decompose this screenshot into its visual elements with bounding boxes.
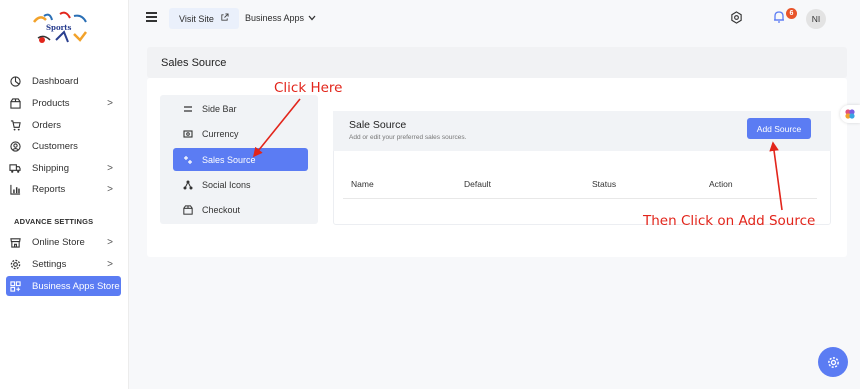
chevron-right-icon: > <box>107 97 113 109</box>
svg-text:Sports: Sports <box>46 23 72 32</box>
visit-site-button[interactable]: Visit Site <box>169 8 239 29</box>
business-apps-dropdown[interactable]: Business Apps <box>245 13 316 23</box>
network-icon <box>183 180 195 190</box>
chevron-down-icon <box>308 13 316 23</box>
currency-icon <box>183 129 195 139</box>
floating-settings-button[interactable] <box>818 347 848 377</box>
settings-menu-label: Currency <box>202 129 239 139</box>
box-icon <box>8 97 22 109</box>
sidebar-item-dashboard[interactable]: Dashboard <box>8 71 121 91</box>
advance-settings-heading: ADVANCE SETTINGS <box>14 217 94 226</box>
column-header-status: Status <box>592 179 617 189</box>
page-title: Sales Source <box>161 57 227 69</box>
box-icon <box>183 205 195 215</box>
chevron-right-icon: > <box>107 183 113 195</box>
settings-menu-item-currency[interactable]: Currency <box>173 123 308 145</box>
business-apps-label: Business Apps <box>245 13 305 23</box>
settings-menu-item-side-bar[interactable]: Side Bar <box>173 98 308 120</box>
user-circle-icon <box>8 140 22 152</box>
hamburger-menu-icon[interactable] <box>146 12 157 24</box>
sidebar-item-reports[interactable]: Reports > <box>8 179 121 199</box>
column-header-action: Action <box>709 179 733 189</box>
sidebar-item-customers[interactable]: Customers <box>8 136 121 156</box>
sidebar-item-settings[interactable]: Settings > <box>8 254 121 274</box>
avatar[interactable]: NI <box>806 9 826 29</box>
dashboard-icon <box>8 75 22 87</box>
settings-gear-icon[interactable] <box>730 11 743 26</box>
sidebar-item-label: Settings <box>32 258 67 270</box>
side-widget-icon[interactable] <box>840 105 860 123</box>
sidebar-item-business-apps-store[interactable]: Business Apps Store <box>6 276 121 296</box>
sidebar-item-label: Shipping <box>32 162 69 174</box>
sidebar-item-label: Online Store <box>32 236 85 248</box>
annotation-click-here: Click Here <box>274 80 343 96</box>
truck-icon <box>8 163 22 174</box>
chart-icon <box>8 184 22 195</box>
annotation-then-click-add-source: Then Click on Add Source <box>643 213 816 229</box>
sidebar-item-shipping[interactable]: Shipping > <box>8 158 121 178</box>
sidebar-item-label: Orders <box>32 119 62 131</box>
topbar: Visit Site Business Apps 6 NI <box>129 0 860 38</box>
sidebar-item-label: Customers <box>32 140 78 152</box>
store-icon <box>8 237 22 248</box>
sidebar-item-orders[interactable]: Orders <box>8 115 121 135</box>
external-link-icon <box>220 13 229 24</box>
sports-logo[interactable]: Sports <box>30 10 92 46</box>
sidebar-item-label: Business Apps Store <box>32 280 120 292</box>
cart-icon <box>8 119 22 131</box>
apps-icon <box>8 280 22 292</box>
chevron-right-icon: > <box>107 236 113 248</box>
sidebar-item-online-store[interactable]: Online Store > <box>8 232 121 252</box>
settings-menu-label: Side Bar <box>202 104 237 114</box>
sidebar-item-label: Dashboard <box>32 75 79 87</box>
sidebar-item-label: Products <box>32 97 70 109</box>
sidebar-item-label: Reports <box>32 183 66 195</box>
sale-source-subtitle: Add or edit your preferred sales sources… <box>349 134 467 141</box>
visit-site-label: Visit Site <box>179 13 214 24</box>
notification-bell-icon[interactable] <box>772 10 786 26</box>
settings-menu-item-social-icons[interactable]: Social Icons <box>173 174 308 196</box>
sparkle-icon <box>183 155 195 165</box>
sale-source-title: Sale Source <box>349 119 407 131</box>
settings-menu-label: Sales Source <box>202 154 256 165</box>
add-source-button[interactable]: Add Source <box>747 118 811 139</box>
column-header-name: Name <box>351 179 374 189</box>
bars-icon <box>183 105 195 113</box>
chevron-right-icon: > <box>107 258 113 270</box>
column-header-default: Default <box>464 179 491 189</box>
settings-menu-item-checkout[interactable]: Checkout <box>173 199 308 221</box>
gear-icon <box>827 356 839 368</box>
settings-menu-label: Checkout <box>202 205 241 215</box>
gear-icon <box>8 259 22 270</box>
table-divider <box>343 198 817 199</box>
sidebar-item-products[interactable]: Products > <box>8 93 121 113</box>
settings-menu-item-sales-source[interactable]: Sales Source <box>173 148 308 171</box>
settings-menu-label: Social Icons <box>202 180 251 190</box>
notification-count-badge: 6 <box>786 8 797 19</box>
chevron-right-icon: > <box>107 162 113 174</box>
page-header: Sales Source <box>147 47 847 78</box>
